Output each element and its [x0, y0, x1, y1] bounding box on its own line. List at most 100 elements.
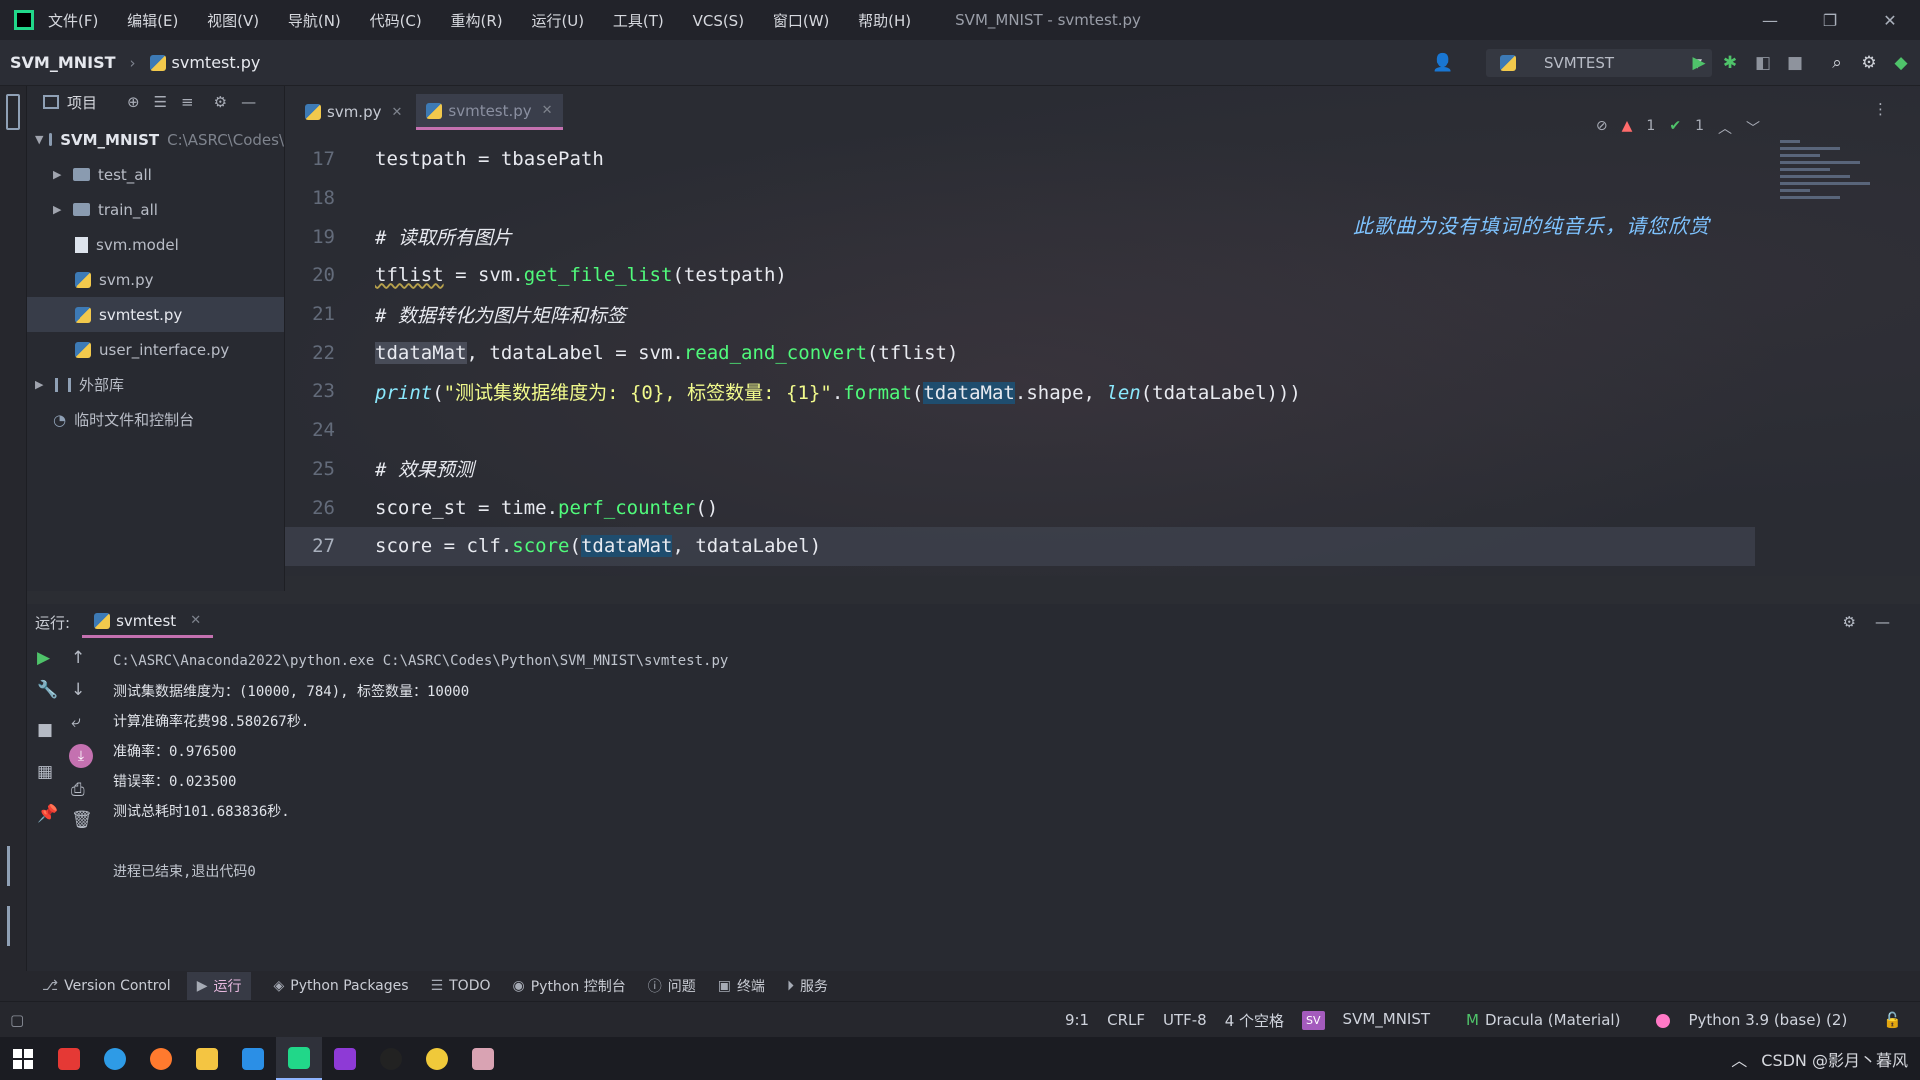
- restore-button[interactable]: ❐: [1800, 0, 1860, 40]
- close-icon[interactable]: ✕: [190, 613, 201, 628]
- tree-item-test-all[interactable]: ▶ test_all: [27, 157, 284, 192]
- tree-item-svm-model[interactable]: svm.model: [27, 227, 284, 262]
- tab-run[interactable]: ▶ 运行: [186, 972, 252, 1000]
- minimize-button[interactable]: —: [1740, 0, 1800, 40]
- chevron-down-icon[interactable]: ﹀: [1746, 118, 1760, 138]
- run-icon[interactable]: ▶: [1688, 52, 1710, 74]
- menu-navigate[interactable]: 导航(N): [288, 12, 341, 30]
- locate-icon[interactable]: ⊕: [127, 93, 140, 111]
- interpreter-indicator[interactable]: Python 3.9 (base) (2): [1656, 1011, 1865, 1029]
- taskbar-app-chrome[interactable]: [414, 1037, 460, 1080]
- hide-icon[interactable]: —: [241, 93, 256, 111]
- tree-item-train-all[interactable]: ▶ train_all: [27, 192, 284, 227]
- tree-item-scratches[interactable]: ◔ 临时文件和控制台: [27, 402, 284, 437]
- theme-indicator[interactable]: M Dracula (Material): [1466, 1011, 1638, 1029]
- chevron-up-icon[interactable]: ︿: [1731, 1047, 1747, 1071]
- menu-run[interactable]: 运行(U): [531, 12, 584, 30]
- menu-view[interactable]: 视图(V): [207, 12, 259, 30]
- taskbar-app-pycharm[interactable]: [276, 1037, 322, 1080]
- menu-tools[interactable]: 工具(T): [613, 12, 664, 30]
- arrow-up-icon[interactable]: ↑: [71, 648, 85, 668]
- game-icon: [472, 1047, 494, 1070]
- menu-code[interactable]: 代码(C): [370, 12, 422, 30]
- close-icon[interactable]: ✕: [391, 105, 402, 120]
- file-encoding[interactable]: UTF-8: [1163, 1011, 1207, 1029]
- run-tab-svmtest[interactable]: svmtest ✕: [82, 606, 214, 638]
- tab-svm-py[interactable]: svm.py ✕: [295, 94, 412, 130]
- print-icon[interactable]: ⎙: [71, 780, 85, 800]
- taskbar-app-qq[interactable]: [368, 1037, 414, 1080]
- tree-item-user-interface-py[interactable]: user_interface.py: [27, 332, 284, 367]
- run-config-selector[interactable]: SVMTEST ▼: [1486, 49, 1712, 77]
- start-button[interactable]: [0, 1037, 46, 1080]
- tree-item-root[interactable]: ▼ SVM_MNIST C:\ASRC\Codes\: [27, 122, 284, 157]
- tree-item-svmtest-py[interactable]: svmtest.py: [27, 297, 284, 332]
- project-indicator[interactable]: SV SVM_MNIST: [1302, 1010, 1448, 1030]
- tree-item-external-libs[interactable]: ▶ 外部库: [27, 367, 284, 402]
- code-editor[interactable]: svm.py ✕ svmtest.py ✕ ⋮ ⊘ ▲ 1 ✔ 1 ︿ ﹀ 此歌…: [285, 86, 1920, 576]
- layout-toggle-icon[interactable]: ▢: [10, 1011, 24, 1029]
- tab-python-console[interactable]: ◉ Python 控制台: [513, 976, 626, 996]
- stop-icon[interactable]: ■: [1784, 52, 1806, 74]
- caret-position[interactable]: 9:1: [1065, 1011, 1089, 1029]
- chevron-up-icon[interactable]: ︿: [1718, 118, 1732, 138]
- menu-file[interactable]: 文件(F): [48, 12, 98, 30]
- console-output[interactable]: C:\ASRC\Anaconda2022\python.exe C:\ASRC\…: [113, 646, 728, 886]
- scroll-to-end-icon[interactable]: ⤓: [69, 744, 93, 768]
- menu-vcs[interactable]: VCS(S): [693, 12, 744, 30]
- minimap[interactable]: [1780, 136, 1890, 256]
- inspection-widget[interactable]: ⊘ ▲ 1 ✔ 1 ︿ ﹀: [1596, 118, 1760, 138]
- tab-services[interactable]: ⏵ 服务: [787, 976, 828, 996]
- coverage-icon[interactable]: ◧: [1752, 52, 1774, 74]
- tree-item-svm-py[interactable]: svm.py: [27, 262, 284, 297]
- taskbar-app-xmind[interactable]: [46, 1037, 92, 1080]
- menu-edit[interactable]: 编辑(E): [127, 12, 178, 30]
- gear-icon[interactable]: ⚙: [1858, 52, 1880, 74]
- project-panel-title[interactable]: 项目: [67, 92, 97, 113]
- tab-svmtest-py[interactable]: svmtest.py ✕: [416, 94, 563, 130]
- close-icon[interactable]: ✕: [542, 103, 553, 118]
- tab-problems[interactable]: ⓘ 问题: [648, 976, 696, 996]
- gear-icon[interactable]: ⚙: [214, 93, 227, 111]
- tab-todo[interactable]: ☰ TODO: [431, 978, 491, 994]
- menu-window[interactable]: 窗口(W): [773, 12, 830, 30]
- hide-icon[interactable]: —: [1875, 613, 1890, 631]
- hide-icon[interactable]: ⊘: [1596, 118, 1608, 138]
- lock-icon[interactable]: 🔓: [1883, 1011, 1902, 1029]
- trash-icon[interactable]: 🗑: [71, 810, 93, 830]
- menu-help[interactable]: 帮助(H): [858, 12, 911, 30]
- structure-tool-icon[interactable]: [7, 906, 19, 946]
- tab-version-control[interactable]: ⎇ Version Control: [42, 978, 171, 994]
- project-tool-icon[interactable]: [6, 94, 20, 130]
- indent-setting[interactable]: 4 个空格: [1225, 1010, 1284, 1031]
- tab-python-packages[interactable]: ◈ Python Packages: [273, 978, 408, 994]
- wrench-icon[interactable]: 🔧: [37, 680, 58, 700]
- more-icon[interactable]: ⋮: [1873, 100, 1888, 118]
- user-icon[interactable]: 👤: [1432, 52, 1454, 74]
- menu-refactor[interactable]: 重构(R): [451, 12, 503, 30]
- taskbar-app-jetbrains[interactable]: [322, 1037, 368, 1080]
- close-button[interactable]: ✕: [1860, 0, 1920, 40]
- breadcrumb-project[interactable]: SVM_MNIST: [10, 53, 116, 72]
- debug-icon[interactable]: ✱: [1719, 52, 1741, 74]
- search-icon[interactable]: ⌕: [1826, 52, 1848, 74]
- taskbar-app-vscode[interactable]: [230, 1037, 276, 1080]
- tab-terminal[interactable]: ▣ 终端: [718, 976, 765, 996]
- plugin-icon[interactable]: ◆: [1890, 52, 1912, 74]
- bookmarks-tool-icon[interactable]: [7, 846, 19, 886]
- taskbar-app-firefox[interactable]: [138, 1037, 184, 1080]
- arrow-down-icon[interactable]: ↓: [71, 680, 85, 700]
- layout-icon[interactable]: ▦: [37, 762, 53, 782]
- taskbar-app-edge[interactable]: [92, 1037, 138, 1080]
- line-separator[interactable]: CRLF: [1107, 1011, 1145, 1029]
- collapse-all-icon[interactable]: ≡: [181, 93, 194, 111]
- breadcrumb-file[interactable]: svmtest.py: [172, 53, 261, 72]
- soft-wrap-icon[interactable]: ⤶: [71, 712, 81, 732]
- stop-icon[interactable]: ■: [37, 720, 53, 740]
- pin-icon[interactable]: 📌: [37, 804, 58, 824]
- taskbar-app-game[interactable]: [460, 1037, 506, 1080]
- rerun-icon[interactable]: ▶: [37, 648, 50, 668]
- gear-icon[interactable]: ⚙: [1843, 613, 1856, 631]
- taskbar-app-explorer[interactable]: [184, 1037, 230, 1080]
- expand-all-icon[interactable]: ☰: [154, 93, 167, 111]
